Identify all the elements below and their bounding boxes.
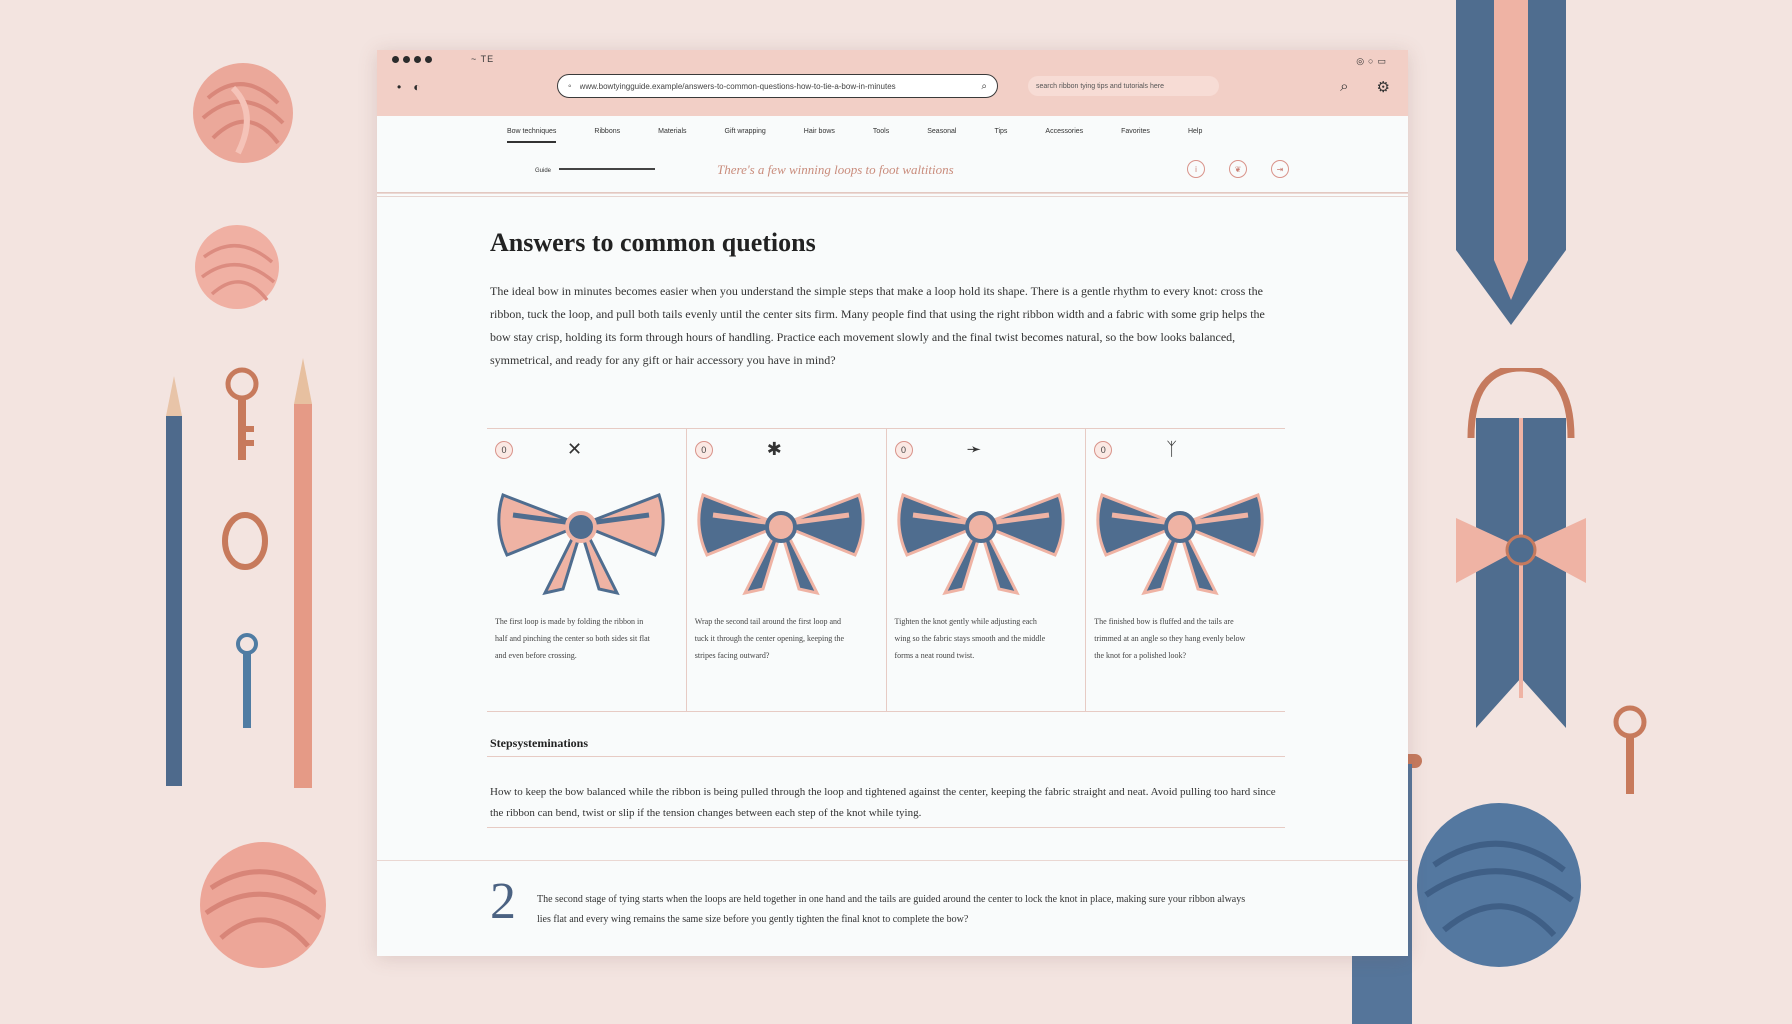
step-description: Wrap the second tail around the first lo… xyxy=(694,617,845,660)
step-mark-icon: ✕ xyxy=(567,439,583,459)
step-badge: 0 xyxy=(495,441,513,459)
section-divider xyxy=(487,756,1285,757)
window-dot[interactable] xyxy=(392,56,399,63)
step-description: The first loop is made by folding the ri… xyxy=(495,617,650,660)
share-icon[interactable]: ⇥ xyxy=(1271,160,1289,178)
step-mark-icon: ✱ xyxy=(766,439,782,459)
bow-illustration xyxy=(1096,493,1264,596)
browser-window: ~ TE • ◐ ◦ www.bowtyingguide.example/ans… xyxy=(377,50,1408,956)
small-key-icon xyxy=(1613,705,1647,794)
site-search-input[interactable]: search ribbon tying tips and tutorials h… xyxy=(1028,76,1219,96)
url-text[interactable]: www.bowtyingguide.example/answers-to-com… xyxy=(580,82,974,91)
step-badge: 0 xyxy=(894,441,913,459)
battery-icon: ▭ xyxy=(1377,56,1386,66)
nav-tab[interactable]: Accessories xyxy=(1045,128,1083,143)
bow-illustration xyxy=(896,493,1065,596)
step-number-large: 2 xyxy=(490,873,516,930)
search-icon[interactable]: ⌕ xyxy=(1340,78,1348,96)
step-description: The finished bow is fluffed and the tail… xyxy=(1094,617,1246,660)
nav-tab[interactable]: Help xyxy=(1188,128,1202,143)
pencil-pink-icon xyxy=(294,358,312,788)
pink-ribbon-roll-middle xyxy=(195,225,279,309)
bow-illustration xyxy=(497,493,665,596)
step-description: Tighten the knot gently while adjusting … xyxy=(894,617,1046,660)
nav-tab[interactable]: Seasonal xyxy=(927,128,956,143)
bow-illustration xyxy=(697,493,865,596)
step-card: 0 ᛉ The finished bow is fluffed and the ta… xyxy=(1086,429,1285,711)
nav-tab[interactable]: Tips xyxy=(994,128,1007,143)
step-badge: 0 xyxy=(1094,441,1113,459)
nav-tab[interactable]: Materials xyxy=(658,128,686,143)
step-cards: 0 ✕ The first loop is made by folding the … xyxy=(487,428,1285,712)
sub-nav-underline xyxy=(559,168,655,170)
nav-tab[interactable]: Bow techniques xyxy=(507,128,557,143)
pencil-blue-icon xyxy=(166,376,182,786)
extension-icon[interactable]: ◎ xyxy=(1356,56,1364,67)
toolbar-small-icons: ◎ ○ ▭ xyxy=(1356,56,1386,67)
share-icons: i ❦ ⇥ xyxy=(1187,160,1289,178)
step-mark-icon: ᛉ xyxy=(1166,439,1178,459)
gear-icon[interactable]: ⚙ xyxy=(1377,78,1390,96)
address-bar[interactable]: ◦ www.bowtyingguide.example/answers-to-c… xyxy=(557,74,998,98)
section-heading: Stepsysteminations xyxy=(490,736,589,750)
search-field-text[interactable]: search ribbon tying tips and tutorials h… xyxy=(1036,83,1164,90)
step-badge: 0 xyxy=(694,441,713,459)
ribbon-with-bow-icon xyxy=(1456,368,1586,728)
step-mark-icon: ➛ xyxy=(966,439,982,459)
key-clip-icon xyxy=(225,367,259,460)
hanging-ribbon-icon xyxy=(1456,0,1566,325)
window-dot[interactable] xyxy=(403,56,410,63)
page-title: Answers to common quetions xyxy=(490,228,816,257)
step-card: 0 ➛ Tighten the knot gently while adjustin… xyxy=(887,429,1087,711)
nav-tab[interactable]: Favorites xyxy=(1121,128,1150,143)
desk-scene: ~ TE • ◐ ◦ www.bowtyingguide.example/ans… xyxy=(0,0,1792,1024)
window-dot[interactable] xyxy=(414,56,421,63)
step-paragraph: The second stage of tying starts when th… xyxy=(537,894,1246,925)
window-dot[interactable] xyxy=(425,56,432,63)
nav-divider xyxy=(377,192,1408,193)
search-icon[interactable]: ⌕ xyxy=(981,81,987,92)
step-card: 0 ✕ The first loop is made by folding the … xyxy=(487,429,687,711)
window-title: ~ TE xyxy=(471,54,495,64)
site-info-icon[interactable]: ◦ xyxy=(568,81,572,92)
site-nav: Bow techniques Ribbons Materials Gift wrapp… xyxy=(377,116,1408,194)
promo-banner: There's a few winning loops to foot walt… xyxy=(717,162,954,177)
window-controls[interactable] xyxy=(392,56,432,63)
info-icon[interactable]: i xyxy=(1187,160,1205,178)
nav-tabs: Bow techniques Ribbons Materials Gift wrapp… xyxy=(507,128,1202,143)
sub-nav-label[interactable]: Guide xyxy=(535,168,551,174)
step-card: 0 ✱ Wrap the second tail around the first … xyxy=(687,429,887,711)
nav-tab[interactable]: Ribbons xyxy=(594,128,620,143)
ring-icon xyxy=(222,512,268,570)
pink-ribbon-roll-top xyxy=(193,63,293,163)
section-paragraph: How to keep the bow balanced while the r… xyxy=(490,786,1276,819)
pink-ribbon-roll-bottom xyxy=(200,842,326,968)
back-icon[interactable]: • xyxy=(397,80,401,94)
blue-key-icon xyxy=(236,633,258,728)
section-divider xyxy=(487,827,1285,828)
profile-icon[interactable]: ○ xyxy=(1368,56,1373,67)
nav-tab[interactable]: Tools xyxy=(873,128,889,143)
browser-toolbar: ~ TE • ◐ ◦ www.bowtyingguide.example/ans… xyxy=(377,50,1408,116)
footer-divider xyxy=(377,860,1408,861)
reload-icon[interactable]: ◐ xyxy=(413,80,420,94)
bookmark-icon[interactable]: ❦ xyxy=(1229,160,1247,178)
blue-ribbon-roll-icon xyxy=(1417,803,1581,967)
header-divider xyxy=(377,196,1408,197)
nav-controls: • ◐ xyxy=(397,80,420,94)
intro-paragraph: The ideal bow in minutes becomes easier … xyxy=(490,284,1265,367)
nav-tab[interactable]: Hair bows xyxy=(804,128,835,143)
nav-tab[interactable]: Gift wrapping xyxy=(725,128,766,143)
toolbar-actions: ⌕ ⚙ xyxy=(1340,78,1390,96)
